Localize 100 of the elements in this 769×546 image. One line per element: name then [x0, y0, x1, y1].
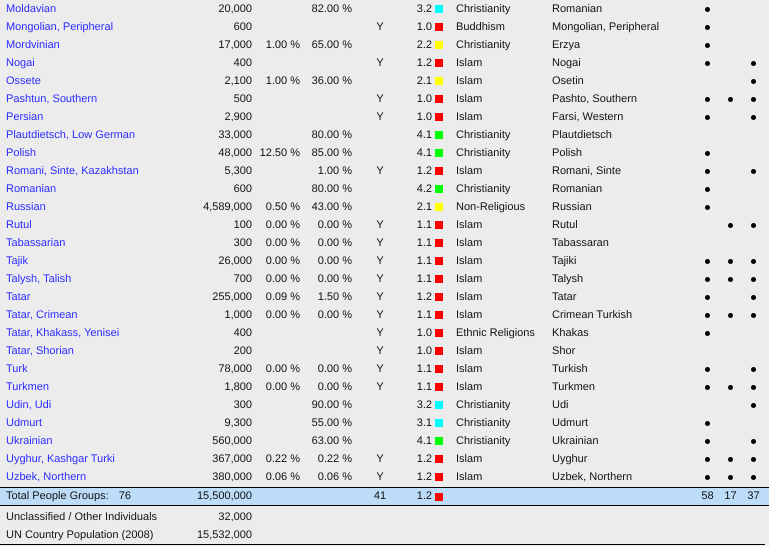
people-group-link[interactable]: Uzbek, Northern	[6, 470, 86, 483]
people-group-link[interactable]: Turkmen	[6, 380, 49, 393]
people-group-link[interactable]: Turk	[6, 362, 28, 375]
people-group-link[interactable]: Plautdietsch, Low German	[6, 128, 136, 141]
table-cell: Turkish	[552, 362, 588, 375]
table-cell: Y	[376, 254, 384, 267]
table-cell: 4,589,000	[203, 200, 252, 213]
table-cell: 2,100	[224, 74, 252, 87]
table-cell: Christianity	[456, 416, 510, 429]
people-group-link[interactable]: Uyghur, Kashgar Turki	[6, 452, 115, 465]
people-group-link[interactable]: Tatar, Khakass, Yenisei	[6, 326, 120, 339]
table-cell: Udmurt	[552, 416, 588, 429]
people-group-link[interactable]: Tatar	[6, 290, 30, 303]
table-cell: 0.06 %	[318, 470, 352, 483]
table-cell: Islam	[456, 110, 482, 123]
table-cell: 5,300	[224, 164, 252, 177]
table-cell: 43.00 %	[312, 200, 352, 213]
rating-value: 4.1	[416, 146, 432, 159]
footer-label: Unclassified / Other Individuals	[6, 510, 158, 523]
rating-value: 1.1	[416, 308, 432, 321]
rating-value: 4.1	[416, 128, 432, 141]
table-cell: Y	[376, 452, 384, 465]
table-cell: Islam	[456, 308, 482, 321]
table-cell: 65.00 %	[312, 38, 352, 51]
table-cell: 1,800	[224, 380, 252, 393]
table-cell: 82.00 %	[312, 2, 352, 15]
table-cell: 63.00 %	[312, 434, 352, 447]
table-cell: 12.50 %	[260, 146, 300, 159]
rating-value: 1.1	[416, 380, 432, 393]
total-count: 76	[118, 489, 131, 504]
rating-value: 1.0	[416, 110, 432, 123]
table-cell: Shor	[552, 344, 576, 357]
table-cell: Y	[376, 92, 384, 105]
table-cell: Islam	[456, 290, 482, 303]
people-group-link[interactable]: Mongolian, Peripheral	[6, 20, 114, 33]
people-group-link[interactable]: Pashtun, Southern	[6, 92, 98, 105]
table-cell: Erzya	[552, 38, 580, 51]
table-cell: Christianity	[456, 434, 510, 447]
table-cell: 0.00 %	[318, 272, 352, 285]
table-cell: Y	[376, 218, 384, 231]
people-group-link[interactable]: Udin, Udi	[6, 398, 52, 411]
table-cell: 80.00 %	[312, 182, 352, 195]
table-cell: 0.00 %	[266, 272, 300, 285]
rating-value: 4.2	[416, 182, 432, 195]
table-cell: 36.00 %	[312, 74, 352, 87]
table-cell: Udi	[552, 398, 569, 411]
rating-value: 3.2	[416, 398, 432, 411]
table-cell: 300	[234, 398, 252, 411]
table-cell: 55.00 %	[312, 416, 352, 429]
people-group-link[interactable]: Romanian	[6, 182, 56, 195]
table-cell: Islam	[456, 254, 482, 267]
people-group-link[interactable]: Russian	[6, 200, 46, 213]
people-group-link[interactable]: Mordvinian	[6, 38, 60, 51]
table-cell: 9,300	[224, 416, 252, 429]
total-cell: 17	[724, 490, 737, 502]
table-cell: 367,000	[212, 452, 252, 465]
table-cell: Ethnic Religions	[456, 326, 535, 339]
rating-value: 1.1	[416, 236, 432, 249]
table-cell: Islam	[456, 236, 482, 249]
table-cell: Islam	[456, 452, 482, 465]
total-cell: 41	[374, 490, 386, 502]
people-group-link[interactable]: Persian	[6, 110, 44, 123]
people-group-link[interactable]: Udmurt	[6, 416, 42, 429]
table-cell: Y	[376, 56, 384, 69]
table-cell: Romanian	[552, 2, 602, 15]
people-group-link[interactable]: Ukrainian	[6, 434, 52, 447]
table-cell: Christianity	[456, 398, 510, 411]
table-cell: 0.00 %	[266, 236, 300, 249]
table-cell: 0.00 %	[266, 254, 300, 267]
people-group-link[interactable]: Talysh, Talish	[6, 272, 72, 285]
people-group-link[interactable]: Romani, Sinte, Kazakhstan	[6, 164, 139, 177]
people-group-link[interactable]: Tatar, Shorian	[6, 344, 74, 357]
table-cell: 1.00 %	[318, 164, 352, 177]
table-cell: Tajiki	[552, 254, 576, 267]
table-cell: 17,000	[218, 38, 252, 51]
people-group-link[interactable]: Moldavian	[6, 2, 56, 15]
table-cell: 80.00 %	[312, 128, 352, 141]
table-cell: Plautdietsch	[552, 128, 612, 141]
table-cell: 500	[234, 92, 252, 105]
table-cell: 400	[234, 326, 252, 339]
people-group-link[interactable]: Tatar, Crimean	[6, 308, 78, 321]
table-cell: Crimean Turkish	[552, 308, 632, 321]
people-group-link[interactable]: Ossete	[6, 74, 41, 87]
people-group-link[interactable]: Nogai	[6, 56, 35, 69]
people-group-link[interactable]: Tabassarian	[6, 236, 66, 249]
table-cell: Christianity	[456, 146, 510, 159]
table-cell: Islam	[456, 74, 482, 87]
table-cell: 400	[234, 56, 252, 69]
people-group-link[interactable]: Rutul	[6, 218, 32, 231]
table-cell: Y	[376, 380, 384, 393]
rating-value: 1.1	[416, 218, 432, 231]
table-cell: 85.00 %	[312, 146, 352, 159]
rating-value: 1.0	[416, 92, 432, 105]
rating-value: 1.0	[416, 20, 432, 33]
table-cell: 300	[234, 236, 252, 249]
table-cell: Polish	[552, 146, 582, 159]
table-cell: 0.00 %	[266, 362, 300, 375]
table-cell: 600	[234, 20, 252, 33]
people-group-link[interactable]: Tajik	[6, 254, 28, 267]
people-group-link[interactable]: Polish	[6, 146, 36, 159]
